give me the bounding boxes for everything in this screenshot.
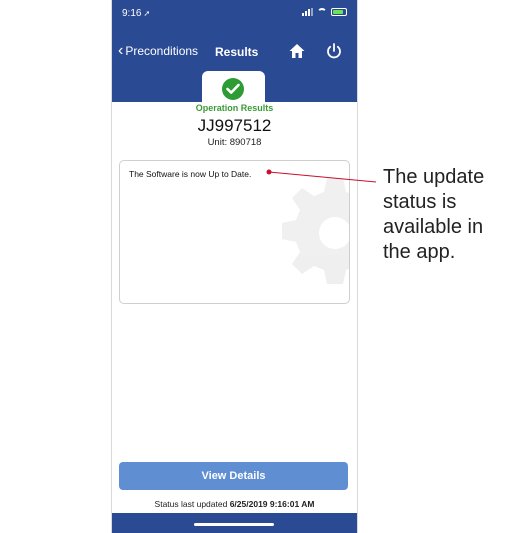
- callout-line: [266, 169, 377, 183]
- callout-text: The update status is available in the ap…: [383, 166, 485, 263]
